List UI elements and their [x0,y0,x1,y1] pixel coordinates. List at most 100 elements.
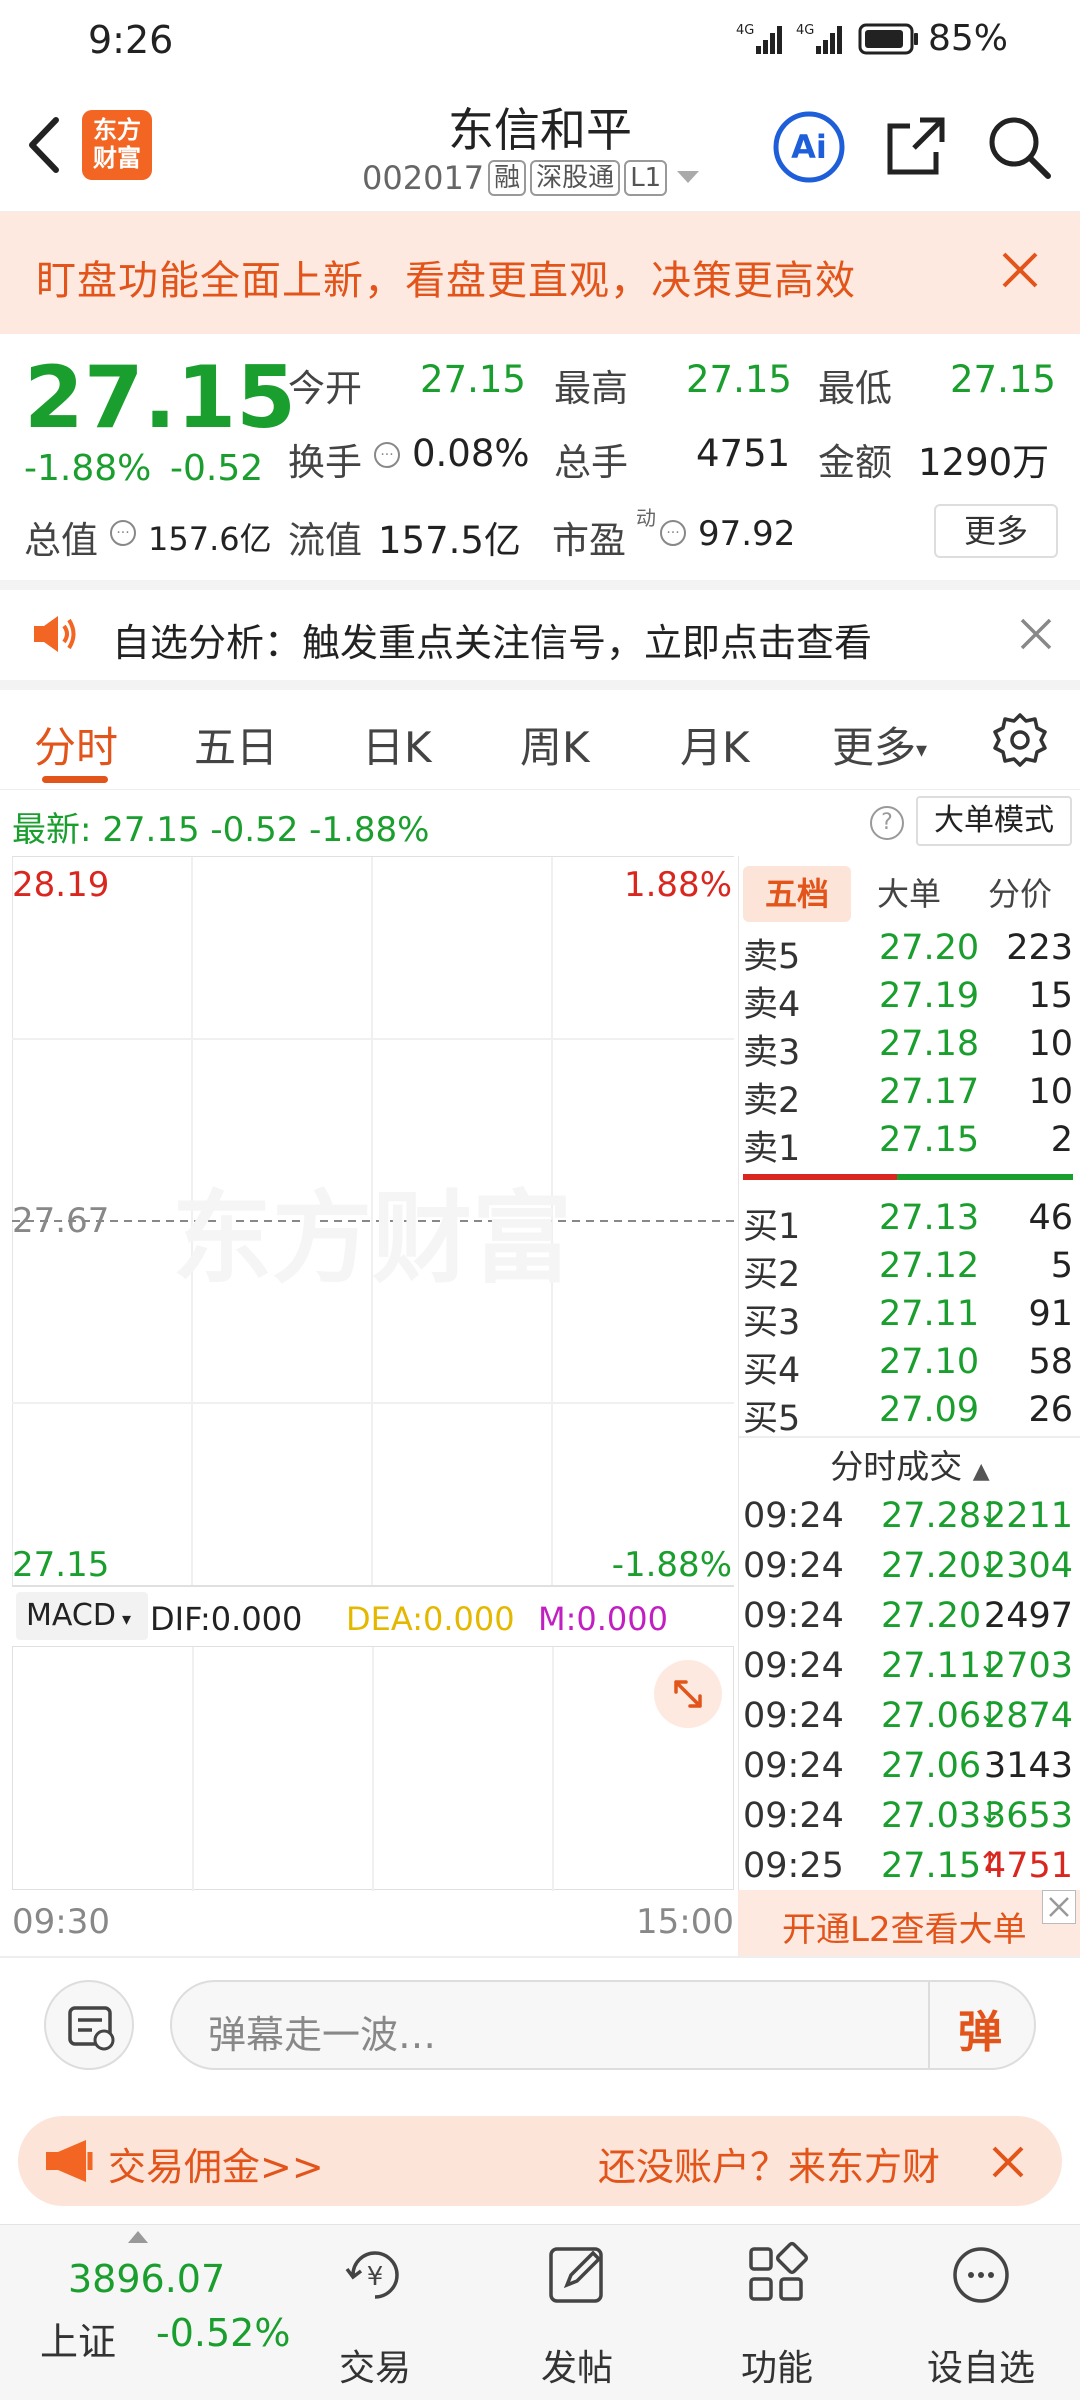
gear-icon[interactable] [992,712,1048,768]
danmaku-send-button[interactable]: 弹 [958,1996,1002,2060]
battery-icon [858,22,920,56]
level2-promo[interactable]: 开通L2查看大单 [738,1890,1080,1956]
share-icon[interactable] [884,114,948,178]
account-promo-bar[interactable]: 交易佣金>> 还没账户？来东方财 [18,2116,1062,2206]
divider [0,580,1080,590]
close-icon[interactable] [988,2142,1028,2182]
speaker-icon [30,612,80,656]
time-start-label: 09:30 [12,1902,110,1942]
caret-up-icon [128,2231,148,2243]
index-name: 上证 [40,2320,117,2364]
chart-mid-price: 27.67 [12,1201,110,1241]
level2-text: 开通L2查看大单 [782,1910,1027,1950]
trade-row: 09:24 27.11 ↓ 2703 [743,1646,1073,1686]
pe-label: 市盈 [552,519,626,562]
status-time: 9:26 [88,18,174,62]
feature-banner[interactable]: 盯盘功能全面上新，看盘更直观，决策更高效 [0,212,1080,334]
large-order-mode-button[interactable]: 大单模式 [916,796,1072,846]
volume-value: 4751 [696,432,791,475]
tab-large-orders[interactable]: 大单 [857,866,961,922]
trade-row: 09:24 27.06 ↓ 2874 [743,1696,1073,1736]
alert-text: 自选分析：触发重点关注信号，立即点击查看 [112,621,873,665]
ask-row: 卖4 27.19 15 [743,976,1073,1025]
intraday-chart[interactable]: 东方财富 28.19 1.88% 27.67 27.15 -1.88% [12,856,734,1587]
tab-underline [42,776,108,783]
nav-trade[interactable]: ¥ 交易 [300,2235,450,2395]
ask-row: 卖5 27.20 223 [743,928,1073,977]
tab-five-day[interactable]: 五日 [194,714,278,775]
divider [0,1956,1080,1958]
bid-row: 买5 27.09 26 [743,1390,1073,1439]
help-icon[interactable]: ? [870,806,904,840]
float-value: 157.5亿 [378,519,521,562]
close-icon[interactable] [1018,616,1054,652]
open-label: 今开 [288,367,362,410]
info-icon[interactable]: ··· [110,520,136,546]
tab-more[interactable]: 更多▾ [832,714,927,775]
chart-high-pct: 1.88% [623,865,732,905]
divider [0,680,1080,690]
caret-up-icon: ▲ [972,1459,990,1484]
high-value: 27.15 [686,358,792,401]
svg-text:¥: ¥ [367,2262,384,2292]
tab-daily-k[interactable]: 日K [362,714,432,775]
volume-label: 总手 [554,441,628,484]
trade-row: 09:24 27.06 3143 [743,1746,1073,1786]
search-icon[interactable] [986,114,1052,180]
divider [739,1436,1080,1438]
buy-sell-ratio-bar [897,1174,1073,1180]
danmaku-settings-icon[interactable] [44,1980,134,2070]
low-label: 最低 [818,367,892,410]
chart-tabs: 分时 五日 日K 周K 月K 更多▾ [0,690,1080,790]
pe-value: 97.92 [698,514,796,554]
buy-sell-ratio-bar [743,1174,897,1180]
tag-margin: 融 [488,160,527,196]
macd-m: M:0.000 [538,1600,668,1638]
stock-header: 东方 财富 东信和平 002017 融 深股通 L1 Ai [0,80,1080,212]
ask-row: 卖1 27.15 2 [743,1120,1073,1169]
nav-add-watchlist[interactable]: 设自选 [906,2235,1056,2395]
info-icon[interactable]: ··· [660,520,686,546]
indicator-select[interactable]: MACD ▾ [16,1592,148,1640]
stock-code-row[interactable]: 002017 融 深股通 L1 [362,158,700,198]
nav-functions[interactable]: 功能 [702,2235,852,2395]
tab-monthly-k[interactable]: 月K [680,714,750,775]
more-button[interactable]: 更多 [934,504,1058,558]
tab-price-dist[interactable]: 分价 [965,866,1075,922]
ai-button[interactable]: Ai [772,110,846,184]
signal-icon: 4G [736,20,786,56]
macd-bar: MACD ▾ DIF:0.000 DEA:0.000 M:0.000 [12,1586,734,1646]
change-amount: -0.52 [170,448,264,489]
info-icon[interactable]: ··· [374,442,400,468]
svg-text:4G: 4G [796,23,814,38]
trade-icon: ¥ [345,2251,399,2299]
chart-high-price: 28.19 [12,865,110,905]
watermark: 东方财富 [172,1180,572,1297]
megaphone-icon [42,2136,98,2186]
chevron-down-icon: ▾ [916,738,928,763]
turnover-value: 0.08% [412,432,530,475]
danmaku-input[interactable]: 弹幕走一波… 弹 [170,1980,1036,2070]
trade-row: 09:24 27.28 ↓ 2211 [743,1496,1073,1536]
chart-low-price: 27.15 [12,1545,110,1585]
bid-row: 买3 27.11 91 [743,1294,1073,1343]
more-circle-icon [953,2247,1009,2303]
tab-intraday[interactable]: 分时 [34,714,118,775]
tab-five-levels[interactable]: 五档 [743,866,851,922]
trade-row: 09:24 27.20 2497 [743,1596,1073,1636]
nav-post[interactable]: 发帖 [502,2235,652,2395]
expand-icon[interactable] [654,1660,722,1728]
trade-row: 09:24 27.03 ↓ 3653 [743,1796,1073,1836]
stock-code: 002017 [362,159,485,197]
order-book: 五档 大单 分价 卖5 27.20 223 卖4 27.19 15 卖3 27.18 10 … [738,856,1080,1956]
status-bar: 9:26 4G 4G 85% [0,0,1080,80]
grid-icon [749,2241,809,2301]
close-icon[interactable] [1042,1890,1076,1924]
edit-icon [549,2247,603,2303]
amount-label: 金额 [818,441,892,484]
trade-ticks-header[interactable]: 分时成交 ▲ [739,1440,1080,1488]
macd-chart[interactable] [12,1646,734,1891]
tab-weekly-k[interactable]: 周K [520,714,590,775]
alert-bar[interactable]: 自选分析：触发重点关注信号，立即点击查看 [0,590,1080,680]
close-icon[interactable] [998,248,1042,292]
